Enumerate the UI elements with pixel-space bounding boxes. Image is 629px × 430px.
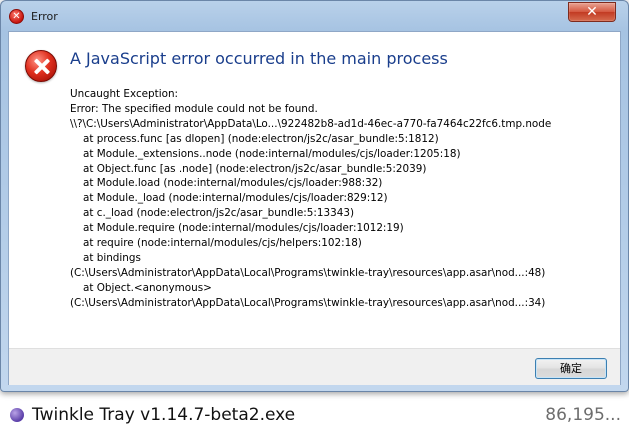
error-message-line: at bindings [83, 251, 141, 264]
error-dialog: ✕ Error ✕ A JavaScript error occurred in… [0, 0, 629, 392]
file-size: 86,195... [545, 405, 621, 425]
error-message-line: at Module._load (node:internal/modules/c… [83, 192, 388, 205]
window-title: Error [31, 10, 58, 23]
file-name: Twinkle Tray v1.14.7-beta2.exe [32, 405, 296, 425]
error-message-line: at Module.require (node:internal/modules… [83, 222, 404, 235]
dialog-footer: 确定 [9, 348, 620, 385]
error-message-line: (C:\Users\Administrator\AppData\Local\Pr… [70, 296, 546, 309]
error-message-line: at Object.<anonymous> [83, 281, 212, 294]
error-icon [25, 50, 57, 82]
error-message-line: \\?\C:\Users\Administrator\AppData\Lo...… [70, 117, 552, 130]
error-message-line: Error: The specified module could not be… [70, 102, 318, 115]
dialog-body: A JavaScript error occurred in the main … [8, 31, 621, 385]
screen: Twinkle Tray v1.14.7-beta2.exe 86,195...… [0, 0, 629, 430]
error-message-line: at require (node:internal/modules/cjs/he… [83, 237, 362, 250]
ok-button[interactable]: 确定 [535, 358, 607, 379]
error-title-icon: ✕ [9, 9, 24, 24]
close-button[interactable]: ✕ [568, 2, 616, 22]
error-message-line: at Module.load (node:internal/modules/cj… [83, 177, 383, 190]
error-message-line: at c._load (node:electron/js2c/asar_bund… [83, 207, 354, 220]
file-list-item[interactable]: Twinkle Tray v1.14.7-beta2.exe 86,195... [10, 403, 625, 427]
error-message-line: Uncaught Exception: [70, 88, 179, 100]
error-message-line: at Module._extensions..node (node:intern… [83, 147, 461, 160]
title-bar[interactable]: ✕ Error ✕ [1, 1, 628, 31]
error-headline: A JavaScript error occurred in the main … [70, 49, 448, 68]
twinkle-tray-app-icon [10, 408, 24, 422]
error-message-line: at process.func [as dlopen] (node:electr… [83, 132, 439, 145]
error-message-line: (C:\Users\Administrator\AppData\Local\Pr… [70, 266, 546, 279]
error-message: Uncaught Exception: Error: The specified … [70, 87, 618, 311]
error-message-line: at Object.func [as .node] (node:electron… [83, 162, 427, 175]
